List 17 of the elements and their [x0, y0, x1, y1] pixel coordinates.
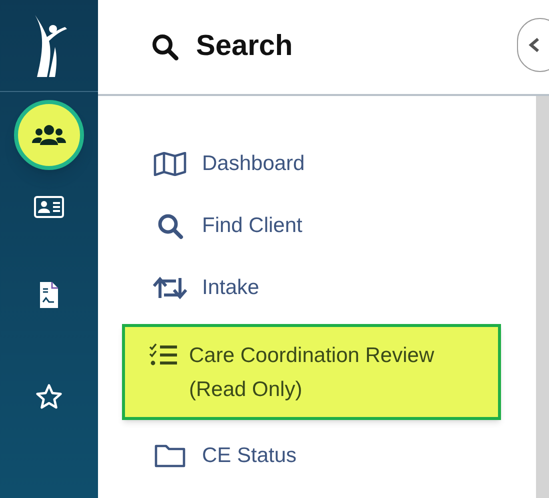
menu-item[interactable]: Find Client — [124, 196, 536, 256]
menu-item[interactable]: Intake — [124, 258, 536, 318]
chevron-left-icon — [528, 37, 540, 53]
panel-title: Search — [196, 29, 293, 64]
folder-icon — [154, 444, 186, 468]
search-icon — [150, 32, 180, 62]
retweet-arrows-icon — [152, 276, 188, 300]
star-icon — [35, 383, 63, 411]
menu-item[interactable]: CE Status — [124, 426, 536, 486]
menu-item[interactable]: Dashboard — [124, 134, 536, 194]
checklist-icon — [149, 343, 179, 367]
id-card-icon — [34, 196, 64, 218]
people-icon — [32, 124, 66, 146]
map-icon — [153, 152, 187, 176]
document-icon — [38, 281, 60, 309]
menu-item[interactable]: Care Coordination Review (Read Only) — [122, 324, 501, 420]
scrollbar[interactable] — [536, 96, 549, 498]
